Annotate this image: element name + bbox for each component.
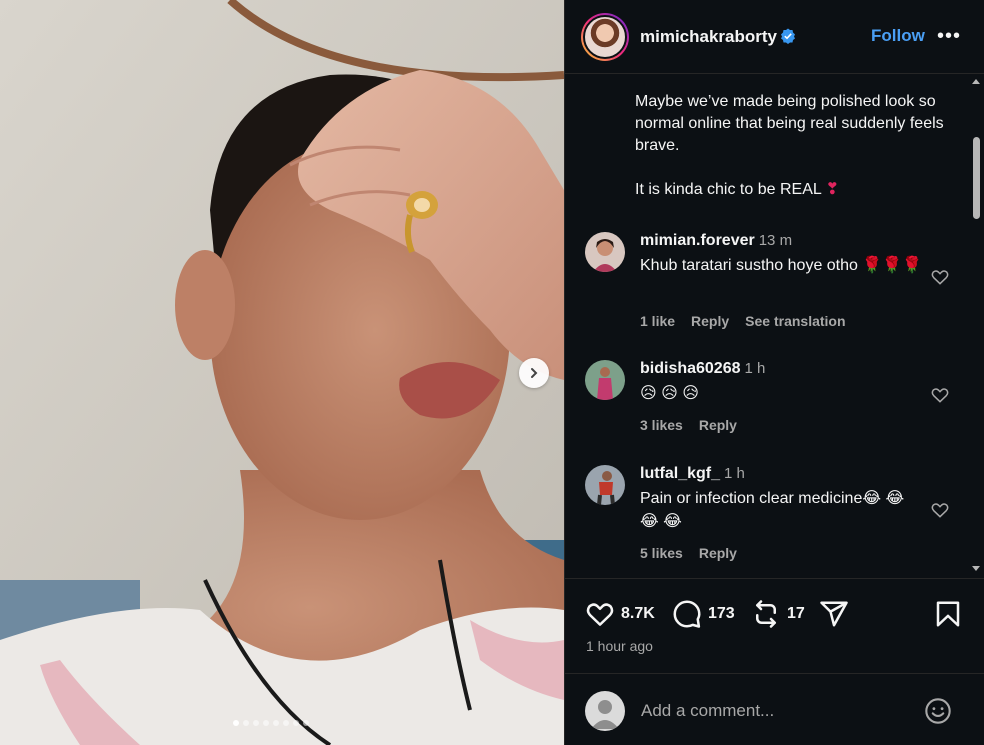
comment-like-count[interactable]: 3 likes xyxy=(640,417,683,433)
scroll-up-arrow-icon[interactable] xyxy=(972,79,980,84)
see-translation-button[interactable]: See translation xyxy=(745,313,845,329)
emoji-picker-icon[interactable] xyxy=(924,697,952,725)
next-slide-button[interactable] xyxy=(519,358,549,388)
repost-icon xyxy=(756,600,776,628)
post-actions: 8.7K 173 17 1 hour ago xyxy=(565,578,984,673)
comment-bubble-icon xyxy=(673,600,701,628)
share-button[interactable] xyxy=(819,599,849,629)
carousel-dot xyxy=(253,720,259,726)
comments-scrollbar[interactable] xyxy=(969,75,983,578)
verified-badge-icon xyxy=(781,28,795,44)
carousel-dot xyxy=(263,720,269,726)
comment-button[interactable]: 173 xyxy=(672,599,735,629)
carousel-dot xyxy=(293,720,299,726)
carousel-dot xyxy=(233,720,239,726)
instagram-post: mimichakraborty Follow ••• Maybe we’ve m… xyxy=(0,0,984,745)
comment-item: lutfal_kgf_ 1 h Pain or infection clear m… xyxy=(585,465,965,565)
comment-timestamp: 13 m xyxy=(758,232,793,249)
carousel-dot xyxy=(283,720,289,726)
chevron-right-icon xyxy=(531,368,538,378)
comment-heart-icon[interactable] xyxy=(930,267,950,287)
repost-button[interactable]: 17 xyxy=(751,599,805,629)
more-options-icon[interactable]: ••• xyxy=(937,25,961,48)
comment-heart-icon[interactable] xyxy=(930,500,950,520)
comment-like-count[interactable]: 5 likes xyxy=(640,545,683,561)
post-media[interactable] xyxy=(0,0,564,745)
carousel-dot xyxy=(243,720,249,726)
comment-like-count[interactable]: 1 like xyxy=(640,313,675,329)
comment-timestamp: 1 h xyxy=(724,465,745,482)
comment-text: Khub taratari sustho hoye otho 🌹🌹🌹 xyxy=(640,257,923,274)
like-button[interactable]: 8.7K xyxy=(585,599,655,629)
carousel-indicator xyxy=(233,720,309,726)
commenter-avatar[interactable] xyxy=(585,360,625,400)
comment-item: mimian.forever 13 m Khub taratari sustho … xyxy=(585,232,965,332)
save-button[interactable] xyxy=(933,599,963,629)
comment-meta: 3 likes Reply xyxy=(640,417,737,433)
carousel-dot xyxy=(303,720,309,726)
comment-meta: 1 like Reply See translation xyxy=(640,313,846,329)
carousel-dot xyxy=(273,720,279,726)
comment-heart-icon[interactable] xyxy=(930,385,950,405)
author-username[interactable]: mimichakraborty xyxy=(640,27,777,47)
post-header: mimichakraborty Follow ••• xyxy=(565,0,984,74)
comment-username[interactable]: bidisha60268 1 h xyxy=(640,360,765,378)
scroll-down-arrow-icon[interactable] xyxy=(972,566,980,571)
paper-plane-icon xyxy=(820,601,848,627)
current-user-avatar xyxy=(585,691,625,731)
like-count: 8.7K xyxy=(621,605,655,622)
comment-count: 173 xyxy=(708,605,735,622)
caption-paragraph: It is kinda chic to be REAL ❣ xyxy=(635,179,955,201)
comment-timestamp: 1 h xyxy=(744,360,766,377)
scrollbar-thumb[interactable] xyxy=(973,137,980,219)
comment-username[interactable]: lutfal_kgf_ 1 h xyxy=(640,465,745,483)
repost-count: 17 xyxy=(787,605,805,622)
reply-button[interactable]: Reply xyxy=(699,545,737,561)
reply-button[interactable]: Reply xyxy=(691,313,729,329)
comment-meta: 5 likes Reply xyxy=(640,545,737,561)
commenter-avatar[interactable] xyxy=(585,232,625,272)
follow-button[interactable]: Follow xyxy=(871,26,925,46)
author-avatar[interactable] xyxy=(581,13,629,61)
comments-list[interactable]: Maybe we’ve made being polished look so … xyxy=(565,75,984,578)
heart-emoji-icon: ❣ xyxy=(825,181,840,198)
comment-item: bidisha60268 1 h 😥 😥 😥 3 likes Reply xyxy=(585,360,965,440)
comment-username[interactable]: mimian.forever 13 m xyxy=(640,232,792,250)
post-timestamp[interactable]: 1 hour ago xyxy=(586,638,653,654)
add-comment-input[interactable] xyxy=(641,698,901,724)
post-side-panel: mimichakraborty Follow ••• Maybe we’ve m… xyxy=(564,0,984,745)
bookmark-icon xyxy=(936,601,960,627)
caption-text: It is kinda chic to be REAL xyxy=(635,181,822,198)
reply-button[interactable]: Reply xyxy=(699,417,737,433)
add-comment-bar xyxy=(565,673,984,745)
post-photo xyxy=(0,0,564,745)
comment-text: 😥 😥 😥 xyxy=(640,385,699,402)
post-caption: Maybe we’ve made being polished look so … xyxy=(635,91,955,223)
commenter-avatar[interactable] xyxy=(585,465,625,505)
caption-paragraph: Maybe we’ve made being polished look so … xyxy=(635,93,944,154)
heart-icon xyxy=(586,603,614,626)
comment-text: Pain or infection clear medicine😂 😂 😂 😂 xyxy=(640,490,905,530)
